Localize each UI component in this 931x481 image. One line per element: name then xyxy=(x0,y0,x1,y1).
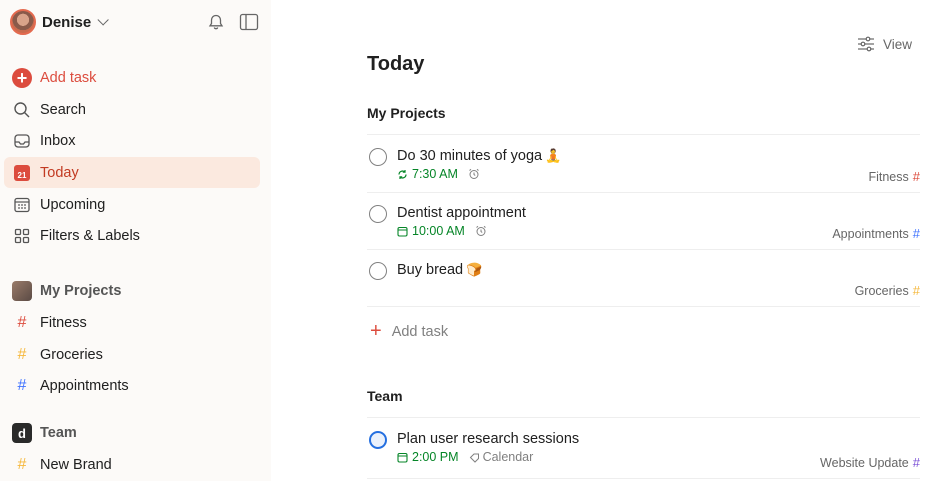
view-button[interactable]: View xyxy=(857,36,912,52)
inbox-icon xyxy=(12,131,32,151)
hash-icon: # xyxy=(17,345,27,363)
task-due[interactable]: 7:30 AM xyxy=(397,167,480,181)
sliders-icon xyxy=(857,36,874,52)
sidebar-item-label: Today xyxy=(40,164,79,181)
add-task-button[interactable]: + Add task xyxy=(4,62,260,93)
task-row[interactable]: Dentist appointment 10:00 AM Appointment… xyxy=(367,205,920,249)
alarm-icon xyxy=(476,225,486,236)
divider xyxy=(367,134,920,135)
page-title: Today xyxy=(367,53,425,75)
divider xyxy=(367,478,920,479)
hash-icon: # xyxy=(912,455,920,470)
team-header[interactable]: d Team xyxy=(12,423,77,443)
task-project[interactable]: Fitness # xyxy=(868,169,920,184)
task-row[interactable]: Plan user research sessions 2:00 PM Cale… xyxy=(367,431,920,475)
sidebar-item-label: Appointments xyxy=(40,377,129,394)
search-icon xyxy=(12,100,32,120)
task-checkbox[interactable] xyxy=(369,148,387,166)
calendar-icon xyxy=(397,452,408,463)
label-tag-icon xyxy=(469,453,479,463)
sidebar-item-label: Groceries xyxy=(40,346,103,363)
today-calendar-icon: 21 xyxy=(14,164,30,181)
task-row[interactable]: Buy bread 🍞 Groceries # xyxy=(367,262,920,306)
divider xyxy=(367,417,920,418)
sidebar-item-search[interactable]: Search xyxy=(4,94,260,125)
hash-icon: # xyxy=(17,376,27,394)
plus-icon: + xyxy=(12,67,32,88)
hash-icon: # xyxy=(17,455,27,473)
hash-icon: # xyxy=(912,283,920,298)
calendar-icon xyxy=(397,226,408,237)
calendar-grid-icon xyxy=(12,195,32,215)
plus-icon: + xyxy=(370,320,382,342)
task-checkbox[interactable] xyxy=(369,262,387,280)
main-content: View Today My Projects Do 30 minutes of … xyxy=(271,0,931,481)
sidebar-item-filters-labels[interactable]: Filters & Labels xyxy=(4,220,260,251)
task-row[interactable]: Do 30 minutes of yoga 🧘 7:30 AM Fitness # xyxy=(367,148,920,192)
sidebar-item-label: New Brand xyxy=(40,456,112,473)
task-due[interactable]: 2:00 PM Calendar xyxy=(397,450,533,464)
task-title[interactable]: Dentist appointment xyxy=(397,205,526,221)
sidebar-item-label: Inbox xyxy=(40,132,76,149)
yoga-emoji: 🧘 xyxy=(545,148,562,163)
team-logo: d xyxy=(12,423,32,443)
app-window: Denise + Add task Search Inbox 21 Today … xyxy=(0,0,931,481)
divider xyxy=(367,306,920,307)
bread-emoji: 🍞 xyxy=(466,262,483,277)
bell-icon[interactable] xyxy=(207,13,225,31)
sidebar-item-new-brand[interactable]: # New Brand xyxy=(4,449,260,480)
task-checkbox[interactable] xyxy=(369,431,387,449)
user-name[interactable]: Denise xyxy=(42,14,91,31)
hash-icon: # xyxy=(912,169,920,184)
sidebar-toggle-icon[interactable] xyxy=(239,13,259,31)
sidebar-item-label: Fitness xyxy=(40,314,87,331)
alarm-icon xyxy=(469,168,479,179)
sidebar-item-label: Upcoming xyxy=(40,196,106,213)
task-title[interactable]: Do 30 minutes of yoga 🧘 xyxy=(397,148,561,164)
sidebar: Denise + Add task Search Inbox 21 Today … xyxy=(0,0,271,481)
sidebar-item-today[interactable]: 21 Today xyxy=(4,157,260,188)
sidebar-item-inbox[interactable]: Inbox xyxy=(4,125,260,156)
sidebar-item-label: Search xyxy=(40,101,86,118)
task-project[interactable]: Groceries # xyxy=(855,283,920,298)
recurring-icon xyxy=(398,169,407,179)
hash-icon: # xyxy=(912,226,920,241)
filters-grid-icon xyxy=(12,226,32,246)
avatar[interactable] xyxy=(10,9,36,35)
divider xyxy=(367,192,920,193)
add-task-label: Add task xyxy=(40,69,97,86)
my-projects-header[interactable]: My Projects xyxy=(12,281,121,301)
task-project[interactable]: Website Update # xyxy=(820,455,920,470)
user-menu: Denise xyxy=(10,9,259,35)
task-due[interactable]: 10:00 AM xyxy=(397,224,487,238)
task-title[interactable]: Buy bread 🍞 xyxy=(397,262,482,278)
hash-icon: # xyxy=(17,313,27,331)
inline-add-task-button[interactable]: + Add task xyxy=(367,320,448,343)
sidebar-item-label: Filters & Labels xyxy=(40,227,140,244)
task-title[interactable]: Plan user research sessions xyxy=(397,431,579,447)
group-title-team: Team xyxy=(367,388,403,404)
view-label: View xyxy=(882,36,912,52)
group-title-my-projects: My Projects xyxy=(367,105,446,121)
divider xyxy=(367,249,920,250)
avatar xyxy=(12,281,32,301)
sidebar-item-groceries[interactable]: # Groceries xyxy=(4,339,260,370)
sidebar-item-fitness[interactable]: # Fitness xyxy=(4,307,260,338)
task-project[interactable]: Appointments # xyxy=(832,226,920,241)
sidebar-item-appointments[interactable]: # Appointments xyxy=(4,370,260,401)
task-checkbox[interactable] xyxy=(369,205,387,223)
sidebar-item-upcoming[interactable]: Upcoming xyxy=(4,189,260,220)
chevron-down-icon[interactable] xyxy=(97,14,109,26)
